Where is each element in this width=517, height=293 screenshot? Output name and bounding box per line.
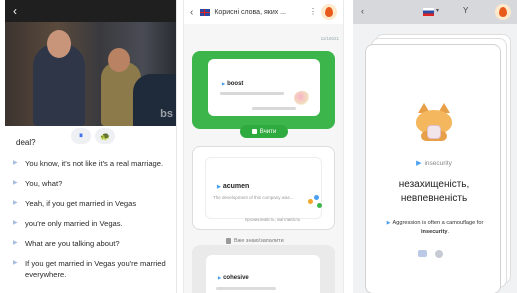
chevron-down-icon[interactable]: ▾: [436, 7, 439, 14]
play-icon[interactable]: ▶: [222, 81, 225, 86]
flashcard-translation: незахищеність, невпевненість: [398, 179, 470, 204]
subtitle-line[interactable]: ▶ If you get married in Vegas you're marr…: [11, 258, 175, 280]
subtitle-line[interactable]: ▶ You, what?: [11, 178, 175, 189]
word-card[interactable]: ▶ acumen The development of this company …: [192, 146, 335, 230]
uk-flag-icon: [200, 8, 211, 16]
settings-icon[interactable]: [435, 250, 443, 258]
channel-watermark: bs: [160, 108, 173, 120]
video-person: [108, 48, 130, 72]
word-counter: 11/15021: [320, 36, 339, 41]
subtitle-line[interactable]: ▶ Yeah, if you get married in Vegas: [11, 198, 175, 209]
card-word: ▶ boost: [222, 81, 244, 87]
play-icon[interactable]: ▶: [218, 275, 221, 280]
card-illustration: [308, 195, 324, 209]
list-top-bar: ‹ Корисні слова, яких ... ⋮: [184, 0, 343, 24]
video-top-bar: ‹: [5, 0, 176, 22]
already-know-label[interactable]: Вже знаю/запалити: [226, 238, 284, 244]
play-icon[interactable]: ▶: [416, 160, 421, 167]
subtitle-line[interactable]: ▶ you're only married in Vegas.: [11, 218, 175, 229]
playback-controls: ⏸ 🐢: [71, 128, 115, 144]
current-subtitle[interactable]: deal?: [16, 138, 36, 147]
trash-icon: [226, 238, 231, 244]
avatar[interactable]: [495, 4, 511, 20]
card-illustration: [294, 91, 310, 105]
flame-icon: [499, 7, 507, 17]
flashcard-actions: [418, 250, 443, 258]
back-icon[interactable]: ‹: [13, 4, 17, 18]
word-card-selected[interactable]: ▶ boost: [192, 51, 335, 129]
learn-button[interactable]: Вчити: [240, 125, 288, 138]
subtitle-line[interactable]: ▶ What are you talking about?: [11, 238, 175, 249]
play-line-icon[interactable]: ▶: [13, 258, 18, 269]
flashcard-example: ▶ Aggression is often a camouflage for in…: [386, 220, 484, 235]
filter-icon[interactable]: Y: [463, 6, 468, 15]
language-flag-icon[interactable]: [423, 8, 434, 16]
app-screenshots: ‹ bs ⏸ 🐢 deal? ▶ You know, it's not like …: [0, 0, 517, 293]
phrase-list-panel: ‹ Корисні слова, яких ... ⋮ 11/15021 ▶ bo…: [183, 0, 344, 293]
subtitle-line[interactable]: ▶ You know, it's not like it's a real mar…: [11, 158, 175, 169]
flashcard-word: ▶ insecurity: [416, 160, 452, 167]
cards-icon[interactable]: [418, 250, 427, 257]
avatar[interactable]: [321, 4, 337, 20]
subtitle-list: ▶ You know, it's not like it's a real mar…: [11, 158, 175, 289]
play-icon[interactable]: ▶: [217, 184, 221, 190]
card-translation: проникливість, кмітливість: [245, 217, 301, 222]
flashcard-top-bar: ‹ ▾ Y: [353, 0, 517, 24]
play-line-icon[interactable]: ▶: [13, 238, 18, 249]
slow-speed-button[interactable]: 🐢: [95, 128, 115, 144]
video-person: [47, 30, 71, 58]
back-icon[interactable]: ‹: [361, 6, 364, 16]
play-line-icon[interactable]: ▶: [13, 198, 18, 209]
pause-button[interactable]: ⏸: [71, 128, 91, 144]
video-subtitles-panel: ‹ bs ⏸ 🐢 deal? ▶ You know, it's not like …: [5, 0, 177, 293]
card-word: ▶ cohesive: [218, 275, 249, 281]
play-line-icon[interactable]: ▶: [13, 178, 18, 189]
play-icon[interactable]: ▶: [387, 220, 391, 226]
video-player[interactable]: bs: [5, 22, 176, 126]
card-translation-placeholder: [252, 107, 296, 110]
card-word: ▶ acumen: [217, 183, 250, 190]
flashcard-panel: ‹ ▾ Y ▶ insecurity незахищеність, невпевн…: [353, 0, 517, 293]
back-icon[interactable]: ‹: [190, 7, 193, 18]
more-menu-icon[interactable]: ⋮: [309, 7, 317, 16]
card-example: The development of this company was...: [213, 195, 294, 200]
flame-icon: [325, 7, 333, 17]
cat-illustration: [414, 103, 454, 141]
card-example-placeholder: [216, 287, 276, 290]
cards-icon: [251, 129, 257, 134]
play-line-icon[interactable]: ▶: [13, 158, 18, 169]
word-card[interactable]: ▶ cohesive: [192, 245, 335, 293]
card-example-placeholder: [220, 92, 284, 95]
play-line-icon[interactable]: ▶: [13, 218, 18, 229]
collection-title: Корисні слова, яких ...: [214, 8, 287, 16]
flashcard[interactable]: ▶ insecurity незахищеність, невпевненість…: [365, 44, 501, 293]
